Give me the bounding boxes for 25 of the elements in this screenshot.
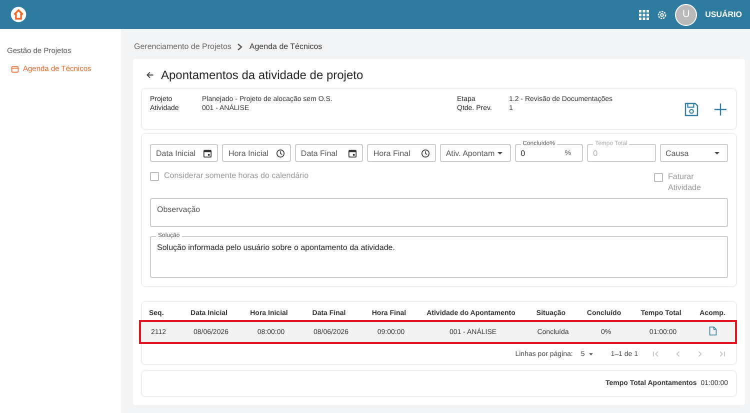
input-field[interactable]: Data Final [294,144,364,162]
apps-grid-icon[interactable] [639,10,650,20]
breadcrumb-link[interactable]: Gerenciamento de Projetos [134,42,232,51]
observation-field[interactable]: Observação [150,198,728,227]
save-icon[interactable] [684,102,699,116]
chevron-icon [237,42,244,50]
document-icon[interactable] [708,326,716,336]
clock-icon[interactable] [276,148,285,158]
input-field[interactable]: Hora Inicial [222,144,291,162]
select-field[interactable]: Ativ. Apontam [440,144,511,162]
calendar-icon [11,64,19,72]
back-arrow-icon[interactable] [146,71,154,79]
calendar-icon[interactable] [348,148,358,158]
user-name[interactable]: USUÁRIO [705,10,742,19]
logo-icon[interactable] [10,6,27,23]
breadcrumb-link[interactable]: Agenda de Técnicos [249,42,322,51]
clock-icon[interactable] [420,148,430,158]
page-title: Apontamentos da atividade de projeto [161,68,364,82]
input-field[interactable]: Data Inicial [150,144,218,162]
settings-icon[interactable] [657,10,668,20]
calendar-icon[interactable] [203,148,212,158]
caret-icon [586,350,595,358]
add-icon[interactable] [713,102,728,116]
input-field[interactable]: Hora Final [367,144,436,162]
select-field[interactable]: Causa [660,144,728,162]
